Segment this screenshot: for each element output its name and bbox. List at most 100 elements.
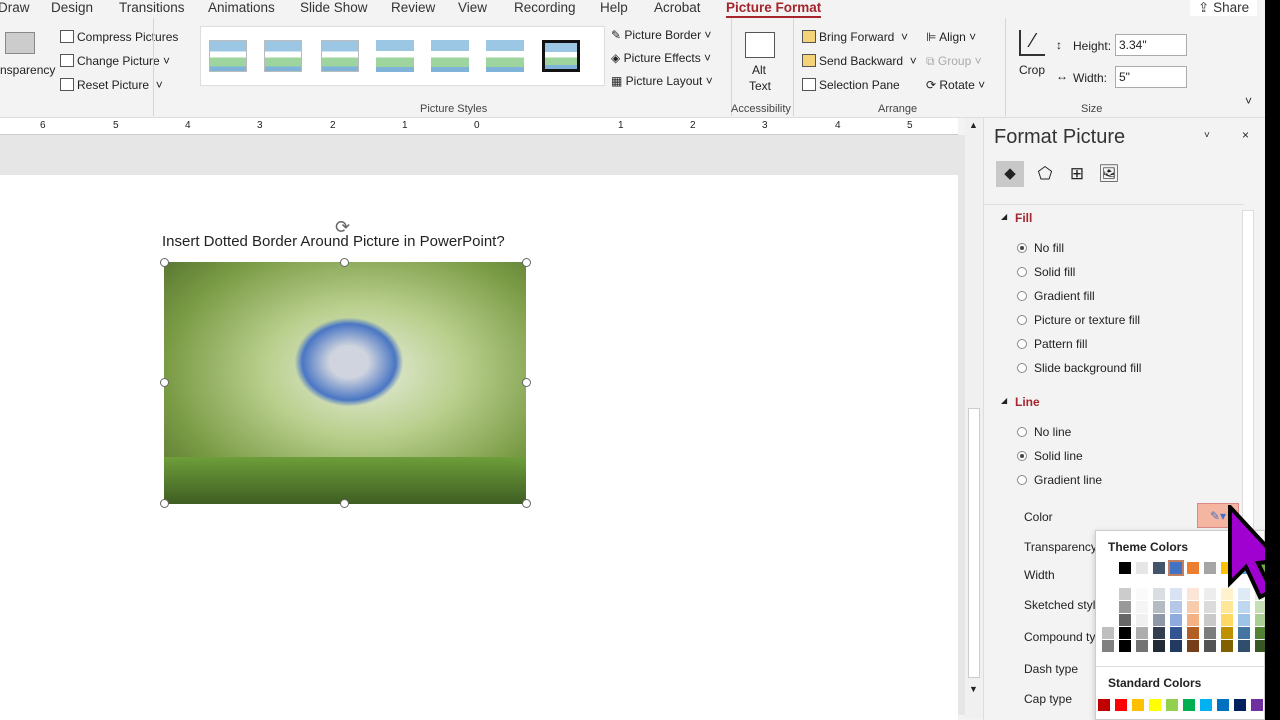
theme-shade-swatch[interactable]	[1170, 640, 1182, 652]
vertical-scrollbar[interactable]: ▲ ▼	[965, 118, 983, 718]
gradient-line-radio[interactable]: Gradient line	[1017, 473, 1102, 487]
close-icon[interactable]: ×	[1242, 128, 1249, 142]
theme-shade-swatch[interactable]	[1170, 601, 1182, 613]
align-button[interactable]: ⊫ Align ˅	[926, 30, 976, 44]
width-input[interactable]: 5"	[1115, 66, 1187, 88]
transparency-button[interactable]: nsparency	[0, 63, 55, 77]
theme-shade-swatch[interactable]	[1221, 640, 1233, 652]
solid-fill-radio[interactable]: Solid fill	[1017, 265, 1075, 279]
style-thumb[interactable]	[209, 40, 247, 72]
rotate-handle-icon[interactable]: ⟳	[335, 217, 350, 238]
theme-shade-swatch[interactable]	[1204, 614, 1216, 626]
standard-color-swatch[interactable]	[1166, 699, 1178, 711]
standard-color-swatch[interactable]	[1200, 699, 1212, 711]
theme-shade-swatch[interactable]	[1204, 601, 1216, 613]
theme-shade-swatch[interactable]	[1136, 601, 1148, 613]
theme-shade-swatch[interactable]	[1187, 588, 1199, 600]
theme-shade-swatch[interactable]	[1238, 614, 1250, 626]
resize-handle[interactable]	[340, 258, 349, 267]
theme-color-swatch[interactable]	[1187, 562, 1199, 574]
theme-shade-swatch[interactable]	[1170, 588, 1182, 600]
style-thumb[interactable]	[486, 40, 524, 72]
resize-handle[interactable]	[340, 499, 349, 508]
compress-pictures-button[interactable]: Compress Pictures	[60, 30, 178, 44]
theme-color-swatch[interactable]	[1119, 562, 1131, 574]
theme-shade-swatch[interactable]	[1153, 588, 1165, 600]
theme-shade-swatch[interactable]	[1238, 627, 1250, 639]
style-thumb[interactable]	[264, 40, 302, 72]
rotate-button[interactable]: ⟳ Rotate ˅	[926, 78, 985, 92]
style-thumb[interactable]	[542, 40, 580, 72]
theme-shade-swatch[interactable]	[1102, 640, 1114, 652]
theme-shade-swatch[interactable]	[1221, 627, 1233, 639]
tab-help[interactable]: Help	[600, 0, 628, 15]
pane-options-icon[interactable]: ˅	[1204, 130, 1210, 141]
no-line-radio[interactable]: No line	[1017, 425, 1071, 439]
standard-color-swatch[interactable]	[1234, 699, 1246, 711]
resize-handle[interactable]	[160, 258, 169, 267]
size-properties-tab-icon[interactable]: ⊞	[1064, 161, 1090, 187]
theme-shade-swatch[interactable]	[1102, 627, 1114, 639]
tab-picture-format[interactable]: Picture Format	[726, 0, 822, 18]
solid-line-radio[interactable]: Solid line	[1017, 449, 1083, 463]
theme-shade-swatch[interactable]	[1187, 601, 1199, 613]
style-thumb[interactable]	[376, 40, 414, 72]
tab-draw[interactable]: Draw	[0, 0, 30, 15]
tab-design[interactable]: Design	[51, 0, 93, 15]
slide-title[interactable]: Insert Dotted Border Around Picture in P…	[162, 233, 505, 250]
theme-shade-swatch[interactable]	[1187, 614, 1199, 626]
theme-shade-swatch[interactable]	[1119, 614, 1131, 626]
resize-handle[interactable]	[522, 258, 531, 267]
resize-handle[interactable]	[522, 499, 531, 508]
theme-color-swatch[interactable]	[1102, 562, 1114, 574]
theme-shade-swatch[interactable]	[1136, 588, 1148, 600]
fill-section-header[interactable]: Fill	[1015, 211, 1032, 225]
theme-shade-swatch[interactable]	[1119, 588, 1131, 600]
theme-shade-swatch[interactable]	[1136, 640, 1148, 652]
selection-pane-button[interactable]: Selection Pane	[802, 78, 900, 92]
reset-picture-button[interactable]: Reset Picture ˅	[60, 78, 163, 92]
group-button[interactable]: ⧉ Group ˅	[926, 54, 982, 69]
slide-bg-fill-radio[interactable]: Slide background fill	[1017, 361, 1141, 375]
theme-shade-swatch[interactable]	[1119, 640, 1131, 652]
style-thumb[interactable]	[321, 40, 359, 72]
theme-shade-swatch[interactable]	[1238, 640, 1250, 652]
theme-shade-swatch[interactable]	[1102, 601, 1114, 613]
theme-shade-swatch[interactable]	[1153, 627, 1165, 639]
theme-shade-swatch[interactable]	[1153, 640, 1165, 652]
no-fill-radio[interactable]: No fill	[1017, 241, 1064, 255]
collapse-fill-icon[interactable]: ◢	[1001, 212, 1007, 221]
tab-animations[interactable]: Animations	[208, 0, 275, 15]
resize-handle[interactable]	[522, 378, 531, 387]
fill-line-tab-icon[interactable]: ◆	[996, 161, 1024, 187]
theme-shade-swatch[interactable]	[1102, 588, 1114, 600]
theme-shade-swatch[interactable]	[1204, 640, 1216, 652]
alt-text-button[interactable]: Alt	[752, 63, 766, 77]
scroll-up-icon[interactable]: ▲	[969, 120, 978, 130]
theme-shade-swatch[interactable]	[1187, 640, 1199, 652]
slide[interactable]: Insert Dotted Border Around Picture in P…	[0, 175, 958, 720]
style-thumb[interactable]	[431, 40, 469, 72]
line-section-header[interactable]: Line	[1015, 395, 1040, 409]
theme-shade-swatch[interactable]	[1204, 627, 1216, 639]
resize-handle[interactable]	[160, 499, 169, 508]
send-backward-button[interactable]: Send Backward ˅	[802, 54, 917, 68]
theme-shade-swatch[interactable]	[1136, 614, 1148, 626]
scroll-down-icon[interactable]: ▼	[969, 684, 978, 694]
picture-effects-button[interactable]: ◈ Picture Effects ˅	[611, 51, 711, 65]
picture-fill-radio[interactable]: Picture or texture fill	[1017, 313, 1140, 327]
theme-shade-swatch[interactable]	[1153, 614, 1165, 626]
theme-color-swatch[interactable]	[1168, 560, 1184, 576]
standard-color-swatch[interactable]	[1115, 699, 1127, 711]
theme-shade-swatch[interactable]	[1204, 588, 1216, 600]
crop-button[interactable]: Crop	[1019, 63, 1045, 77]
collapse-ribbon-icon[interactable]: ˅	[1245, 94, 1252, 108]
theme-shade-swatch[interactable]	[1119, 627, 1131, 639]
standard-color-swatch[interactable]	[1251, 699, 1263, 711]
standard-color-swatch[interactable]	[1183, 699, 1195, 711]
effects-tab-icon[interactable]: ⬠	[1032, 161, 1058, 187]
share-button[interactable]: ⇪ Share	[1190, 0, 1258, 16]
theme-shade-swatch[interactable]	[1187, 627, 1199, 639]
theme-color-swatch[interactable]	[1204, 562, 1216, 574]
standard-color-swatch[interactable]	[1217, 699, 1229, 711]
